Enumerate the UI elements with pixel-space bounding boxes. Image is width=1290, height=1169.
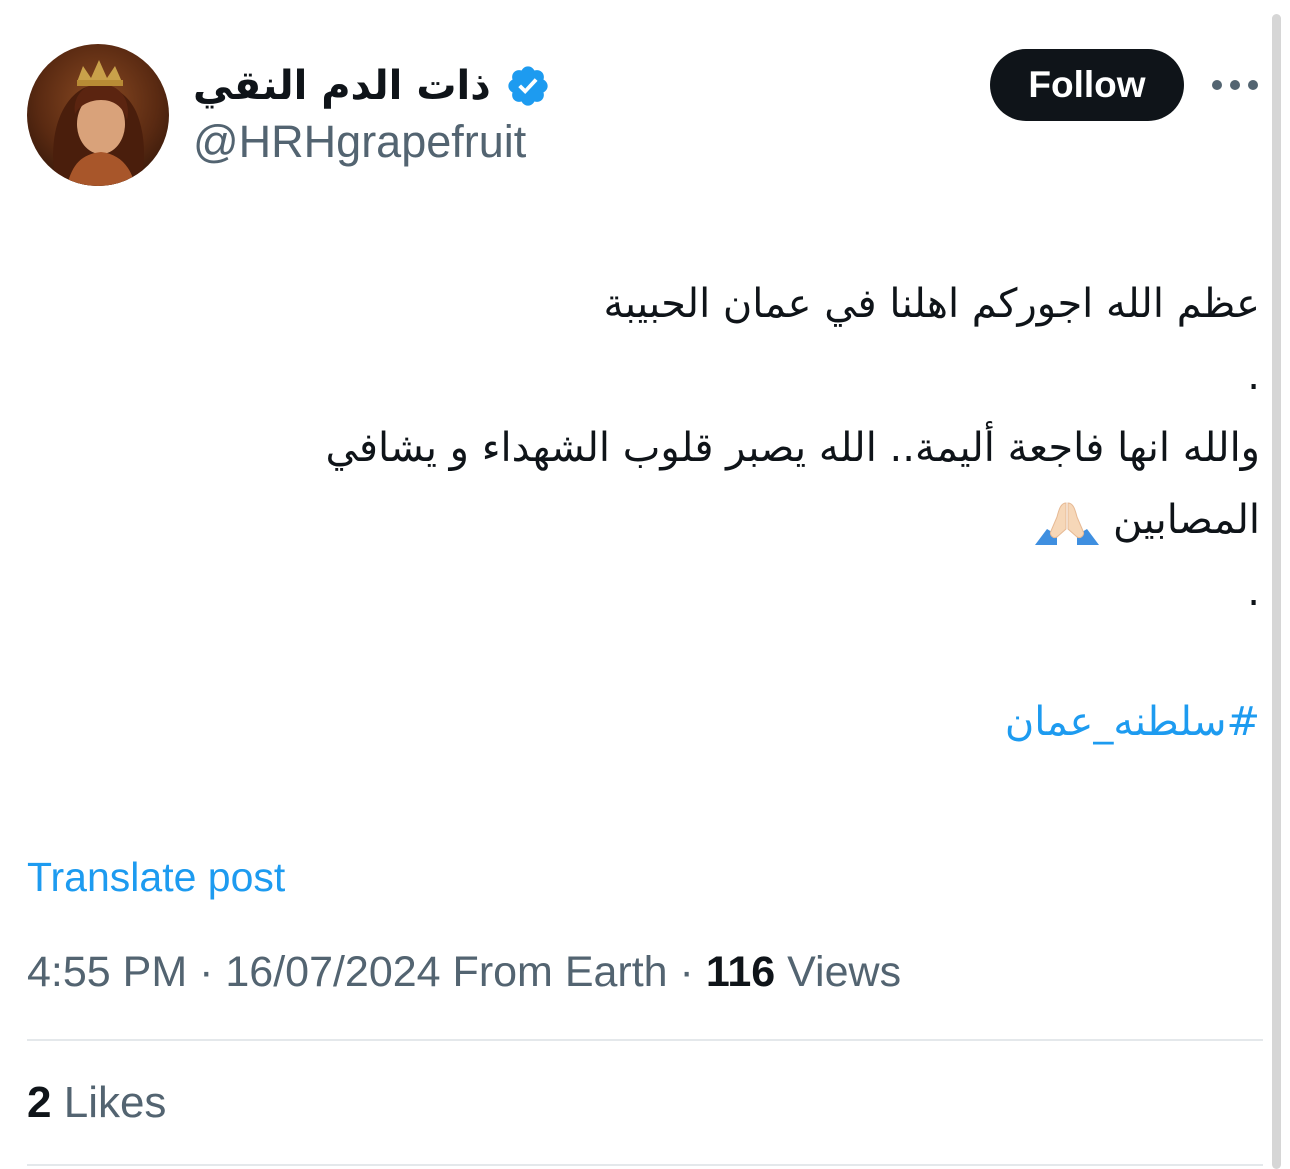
meta-separator: ·: [199, 948, 214, 996]
avatar-image: [27, 44, 169, 186]
divider: [27, 1039, 1263, 1041]
likes-link[interactable]: 2 Likes: [27, 1078, 166, 1128]
tweet-spacer: [120, 628, 1260, 686]
tweet-line-with-emoji: المصابين: [120, 484, 1260, 556]
folded-hands-icon: [1035, 502, 1100, 545]
tweet-line: عظم الله اجوركم اهلنا في عمان الحبيبة: [603, 281, 1260, 327]
tweet-time[interactable]: 4:55 PM: [27, 948, 187, 996]
author-display-name[interactable]: ذات الدم النقي: [193, 63, 491, 109]
tweet-line: والله انها فاجعة أليمة.. الله يصبر قلوب …: [325, 425, 1260, 471]
tweet-source: From Earth: [452, 948, 668, 996]
author-name-row: ذات الدم النقي: [193, 56, 551, 116]
more-dot: [1230, 80, 1240, 90]
likes-label: Likes: [63, 1078, 167, 1127]
hashtag-link[interactable]: #سلطنه_عمان: [120, 686, 1260, 758]
follow-button[interactable]: Follow: [990, 49, 1184, 121]
verified-badge-icon: [508, 66, 548, 106]
translate-post-link[interactable]: Translate post: [27, 854, 285, 901]
author-handle[interactable]: @HRHgrapefruit: [193, 116, 526, 168]
likes-count: 2: [27, 1078, 52, 1127]
tweet-line: .: [1247, 569, 1260, 615]
tweet-text: عظم الله اجوركم اهلنا في عمان الحبيبة . …: [120, 268, 1260, 758]
avatar[interactable]: [27, 44, 169, 186]
views-label: Views: [787, 948, 902, 996]
views-count: 116: [705, 948, 776, 996]
more-options-icon[interactable]: [1212, 72, 1258, 98]
tweet-line: .: [1247, 353, 1260, 399]
scrollbar[interactable]: [1272, 14, 1281, 1169]
more-dot: [1248, 80, 1258, 90]
more-dot: [1212, 80, 1222, 90]
divider: [27, 1164, 1263, 1166]
tweet-line: المصابين: [1113, 497, 1260, 543]
tweet-meta: 4:55 PM · 16/07/2024 From Earth · 116 Vi…: [27, 948, 901, 997]
meta-separator: ·: [679, 948, 694, 996]
tweet-date[interactable]: 16/07/2024: [225, 948, 440, 996]
